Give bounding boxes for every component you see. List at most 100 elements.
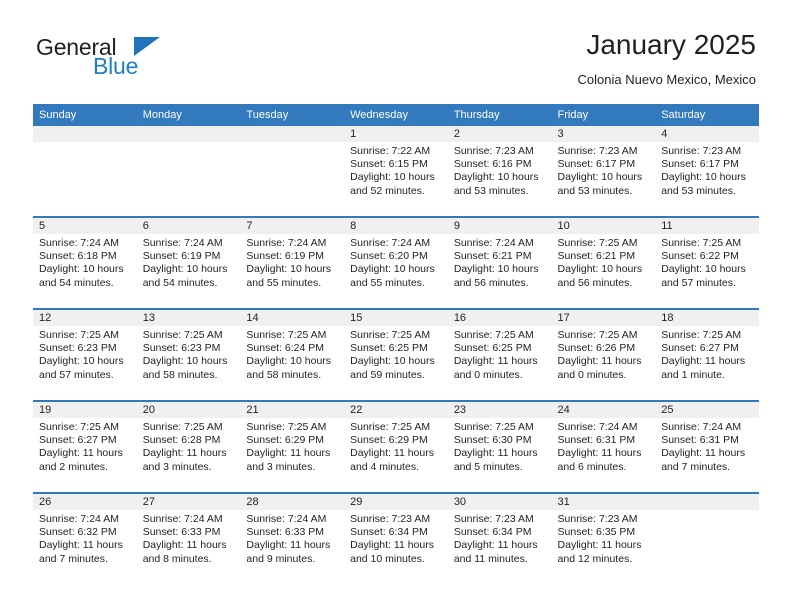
sunrise-text: Sunrise: 7:25 AM: [142, 421, 223, 433]
weekday-header-monday: Monday: [136, 104, 241, 126]
calendar-day-cell[interactable]: 21 Sunrise: 7:25 AM Sunset: 6:29 PM Dayligh…: [240, 400, 345, 493]
calendar-day-cell[interactable]: 2 Sunrise: 7:23 AM Sunset: 6:16 PM Daylight…: [447, 126, 552, 217]
weekday-header-row: Sunday Monday Tuesday Wednesday Thursday Frid…: [33, 104, 759, 126]
calendar-day-cell[interactable]: 9 Sunrise: 7:24 AM Sunset: 6:21 PM Daylight…: [447, 216, 552, 309]
calendar-day-cell[interactable]: 3 Sunrise: 7:23 AM Sunset: 6:17 PM Daylight…: [551, 126, 656, 217]
calendar-day-cell[interactable]: 29 Sunrise: 7:23 AM Sunset: 6:34 PM Dayligh…: [344, 492, 448, 584]
calendar-day-cell[interactable]: 30 Sunrise: 7:23 AM Sunset: 6:34 PM Dayligh…: [447, 492, 552, 584]
sunrise-text: Sunrise: 7:25 AM: [39, 421, 119, 433]
calendar-day-cell[interactable]: 31 Sunrise: 7:23 AM Sunset: 6:35 PM Dayligh…: [551, 492, 656, 584]
calendar-day-cell[interactable]: 17 Sunrise: 7:25 AM Sunset: 6:26 PM Dayligh…: [551, 308, 656, 401]
sunrise-text: Sunrise: 7:24 AM: [246, 513, 327, 525]
sunrise-text: Sunrise: 7:25 AM: [246, 329, 327, 341]
calendar-day-cell[interactable]: 10 Sunrise: 7:25 AM Sunset: 6:21 PM Dayligh…: [551, 216, 656, 309]
page-header: General Blue January 2025 Colonia Nuevo …: [36, 28, 756, 98]
daylight-text-line1: Daylight: 10 hours: [246, 355, 332, 368]
calendar-day-cell[interactable]: 11 Sunrise: 7:25 AM Sunset: 6:22 PM Dayligh…: [655, 216, 759, 309]
daylight-text-line1: Daylight: 10 hours: [142, 263, 228, 276]
day-number: 15: [344, 310, 448, 326]
day-number: [33, 126, 137, 142]
sunset-text: Sunset: 6:27 PM: [39, 434, 117, 447]
calendar-day-cell[interactable]: 16 Sunrise: 7:25 AM Sunset: 6:25 PM Dayligh…: [447, 308, 552, 401]
calendar-day-cell[interactable]: 20 Sunrise: 7:25 AM Sunset: 6:28 PM Dayligh…: [136, 400, 241, 493]
calendar-day-cell[interactable]: 26 Sunrise: 7:24 AM Sunset: 6:32 PM Dayligh…: [33, 492, 137, 584]
calendar-day-cell[interactable]: 19 Sunrise: 7:25 AM Sunset: 6:27 PM Dayligh…: [33, 400, 137, 493]
day-number: 12: [33, 310, 137, 326]
page-title: January 2025: [586, 29, 756, 60]
general-blue-logo[interactable]: General Blue: [36, 34, 236, 90]
daylight-text-line1: Daylight: 11 hours: [350, 447, 434, 460]
sunset-text: Sunset: 6:25 PM: [350, 342, 428, 355]
day-details: Sunrise: 7:23 AM Sunset: 6:17 PM Daylight:…: [552, 142, 656, 198]
sunrise-text: Sunrise: 7:23 AM: [661, 145, 742, 157]
day-number: 6: [136, 218, 241, 234]
calendar-day-cell[interactable]: 28 Sunrise: 7:24 AM Sunset: 6:33 PM Dayligh…: [240, 492, 345, 584]
day-number: [655, 494, 759, 510]
sunset-text: Sunset: 6:33 PM: [246, 526, 325, 539]
day-number: 20: [136, 402, 241, 418]
sunrise-text: Sunrise: 7:23 AM: [557, 145, 638, 157]
daylight-text-line1: Daylight: 10 hours: [39, 263, 124, 276]
sunrise-text: Sunrise: 7:23 AM: [453, 145, 534, 157]
day-details: Sunrise: 7:23 AM Sunset: 6:35 PM Daylight:…: [552, 510, 656, 566]
calendar-day-cell[interactable]: 18 Sunrise: 7:25 AM Sunset: 6:27 PM Dayligh…: [655, 308, 759, 401]
calendar-day-cell[interactable]: 6 Sunrise: 7:24 AM Sunset: 6:19 PM Daylight…: [136, 216, 241, 309]
calendar-day-cell[interactable]: 27 Sunrise: 7:24 AM Sunset: 6:33 PM Dayligh…: [136, 492, 241, 584]
daylight-text-line2: and 5 minutes.: [453, 460, 523, 473]
sunset-text: Sunset: 6:21 PM: [557, 250, 636, 263]
calendar-day-cell[interactable]: 15 Sunrise: 7:25 AM Sunset: 6:25 PM Dayligh…: [344, 308, 448, 401]
day-number: 18: [655, 310, 759, 326]
calendar-day-cell[interactable]: 12 Sunrise: 7:25 AM Sunset: 6:23 PM Dayligh…: [33, 308, 137, 401]
calendar-day-cell[interactable]: 25 Sunrise: 7:24 AM Sunset: 6:31 PM Dayligh…: [655, 400, 759, 493]
sunrise-text: Sunrise: 7:24 AM: [557, 421, 638, 433]
calendar-day-cell[interactable]: 8 Sunrise: 7:24 AM Sunset: 6:20 PM Daylight…: [344, 216, 448, 309]
calendar-day-cell[interactable]: 7 Sunrise: 7:24 AM Sunset: 6:19 PM Daylight…: [240, 216, 345, 309]
weekday-header-sunday: Sunday: [33, 104, 137, 126]
day-number: 4: [655, 126, 759, 142]
day-details: Sunrise: 7:25 AM Sunset: 6:21 PM Daylight:…: [552, 234, 656, 290]
daylight-text-line1: Daylight: 10 hours: [246, 263, 332, 276]
day-details: Sunrise: 7:24 AM Sunset: 6:21 PM Daylight:…: [448, 234, 552, 290]
daylight-text-line1: Daylight: 11 hours: [246, 539, 331, 552]
calendar-day-cell[interactable]: 1 Sunrise: 7:22 AM Sunset: 6:15 PM Daylight…: [344, 126, 448, 217]
daylight-text-line2: and 53 minutes.: [661, 184, 736, 197]
daylight-text-line2: and 55 minutes.: [246, 276, 322, 289]
daylight-text-line2: and 7 minutes.: [39, 552, 108, 565]
calendar-day-cell[interactable]: 14 Sunrise: 7:25 AM Sunset: 6:24 PM Dayligh…: [240, 308, 345, 401]
daylight-text-line2: and 58 minutes.: [142, 368, 218, 381]
daylight-text-line2: and 53 minutes.: [453, 184, 529, 197]
calendar-day-cell[interactable]: 23 Sunrise: 7:25 AM Sunset: 6:30 PM Dayligh…: [447, 400, 552, 493]
logo-text-blue: Blue: [93, 53, 139, 79]
daylight-text-line1: Daylight: 11 hours: [453, 539, 538, 552]
day-number: 21: [240, 402, 345, 418]
calendar-day-cell[interactable]: 13 Sunrise: 7:25 AM Sunset: 6:23 PM Dayligh…: [136, 308, 241, 401]
daylight-text-line1: Daylight: 11 hours: [142, 447, 227, 460]
day-details: Sunrise: 7:25 AM Sunset: 6:25 PM Daylight:…: [448, 326, 552, 382]
sunset-text: Sunset: 6:15 PM: [350, 158, 428, 171]
day-number: 14: [240, 310, 345, 326]
daylight-text-line1: Daylight: 10 hours: [661, 263, 746, 276]
calendar-day-cell[interactable]: 5 Sunrise: 7:24 AM Sunset: 6:18 PM Daylight…: [33, 216, 137, 309]
sunset-text: Sunset: 6:20 PM: [350, 250, 428, 263]
day-number: 1: [344, 126, 448, 142]
calendar-header-row: Sunday Monday Tuesday Wednesday Thursday Frid…: [33, 104, 759, 126]
calendar-day-cell[interactable]: 24 Sunrise: 7:24 AM Sunset: 6:31 PM Dayligh…: [551, 400, 656, 493]
sunset-text: Sunset: 6:21 PM: [453, 250, 532, 263]
day-details: Sunrise: 7:25 AM Sunset: 6:30 PM Daylight:…: [448, 418, 552, 474]
day-details: Sunrise: 7:25 AM Sunset: 6:27 PM Daylight:…: [655, 326, 759, 382]
calendar-day-cell[interactable]: 22 Sunrise: 7:25 AM Sunset: 6:29 PM Dayligh…: [344, 400, 448, 493]
day-details: Sunrise: 7:25 AM Sunset: 6:25 PM Daylight:…: [344, 326, 448, 382]
day-number: 24: [551, 402, 656, 418]
daylight-text-line1: Daylight: 10 hours: [39, 355, 124, 368]
calendar-week-row: 5 Sunrise: 7:24 AM Sunset: 6:18 PM Daylight…: [33, 216, 759, 309]
sunset-text: Sunset: 6:33 PM: [142, 526, 221, 539]
day-details: Sunrise: 7:23 AM Sunset: 6:17 PM Daylight:…: [655, 142, 759, 198]
sunrise-text: Sunrise: 7:25 AM: [350, 329, 431, 341]
daylight-text-line2: and 11 minutes.: [453, 552, 528, 565]
daylight-text-line2: and 53 minutes.: [557, 184, 633, 197]
day-details: Sunrise: 7:24 AM Sunset: 6:19 PM Daylight:…: [240, 234, 344, 290]
daylight-text-line2: and 4 minutes.: [350, 460, 419, 473]
sunrise-text: Sunrise: 7:24 AM: [453, 237, 534, 249]
calendar-day-cell[interactable]: 4 Sunrise: 7:23 AM Sunset: 6:17 PM Daylight…: [655, 126, 759, 217]
daylight-text-line2: and 7 minutes.: [661, 460, 731, 473]
